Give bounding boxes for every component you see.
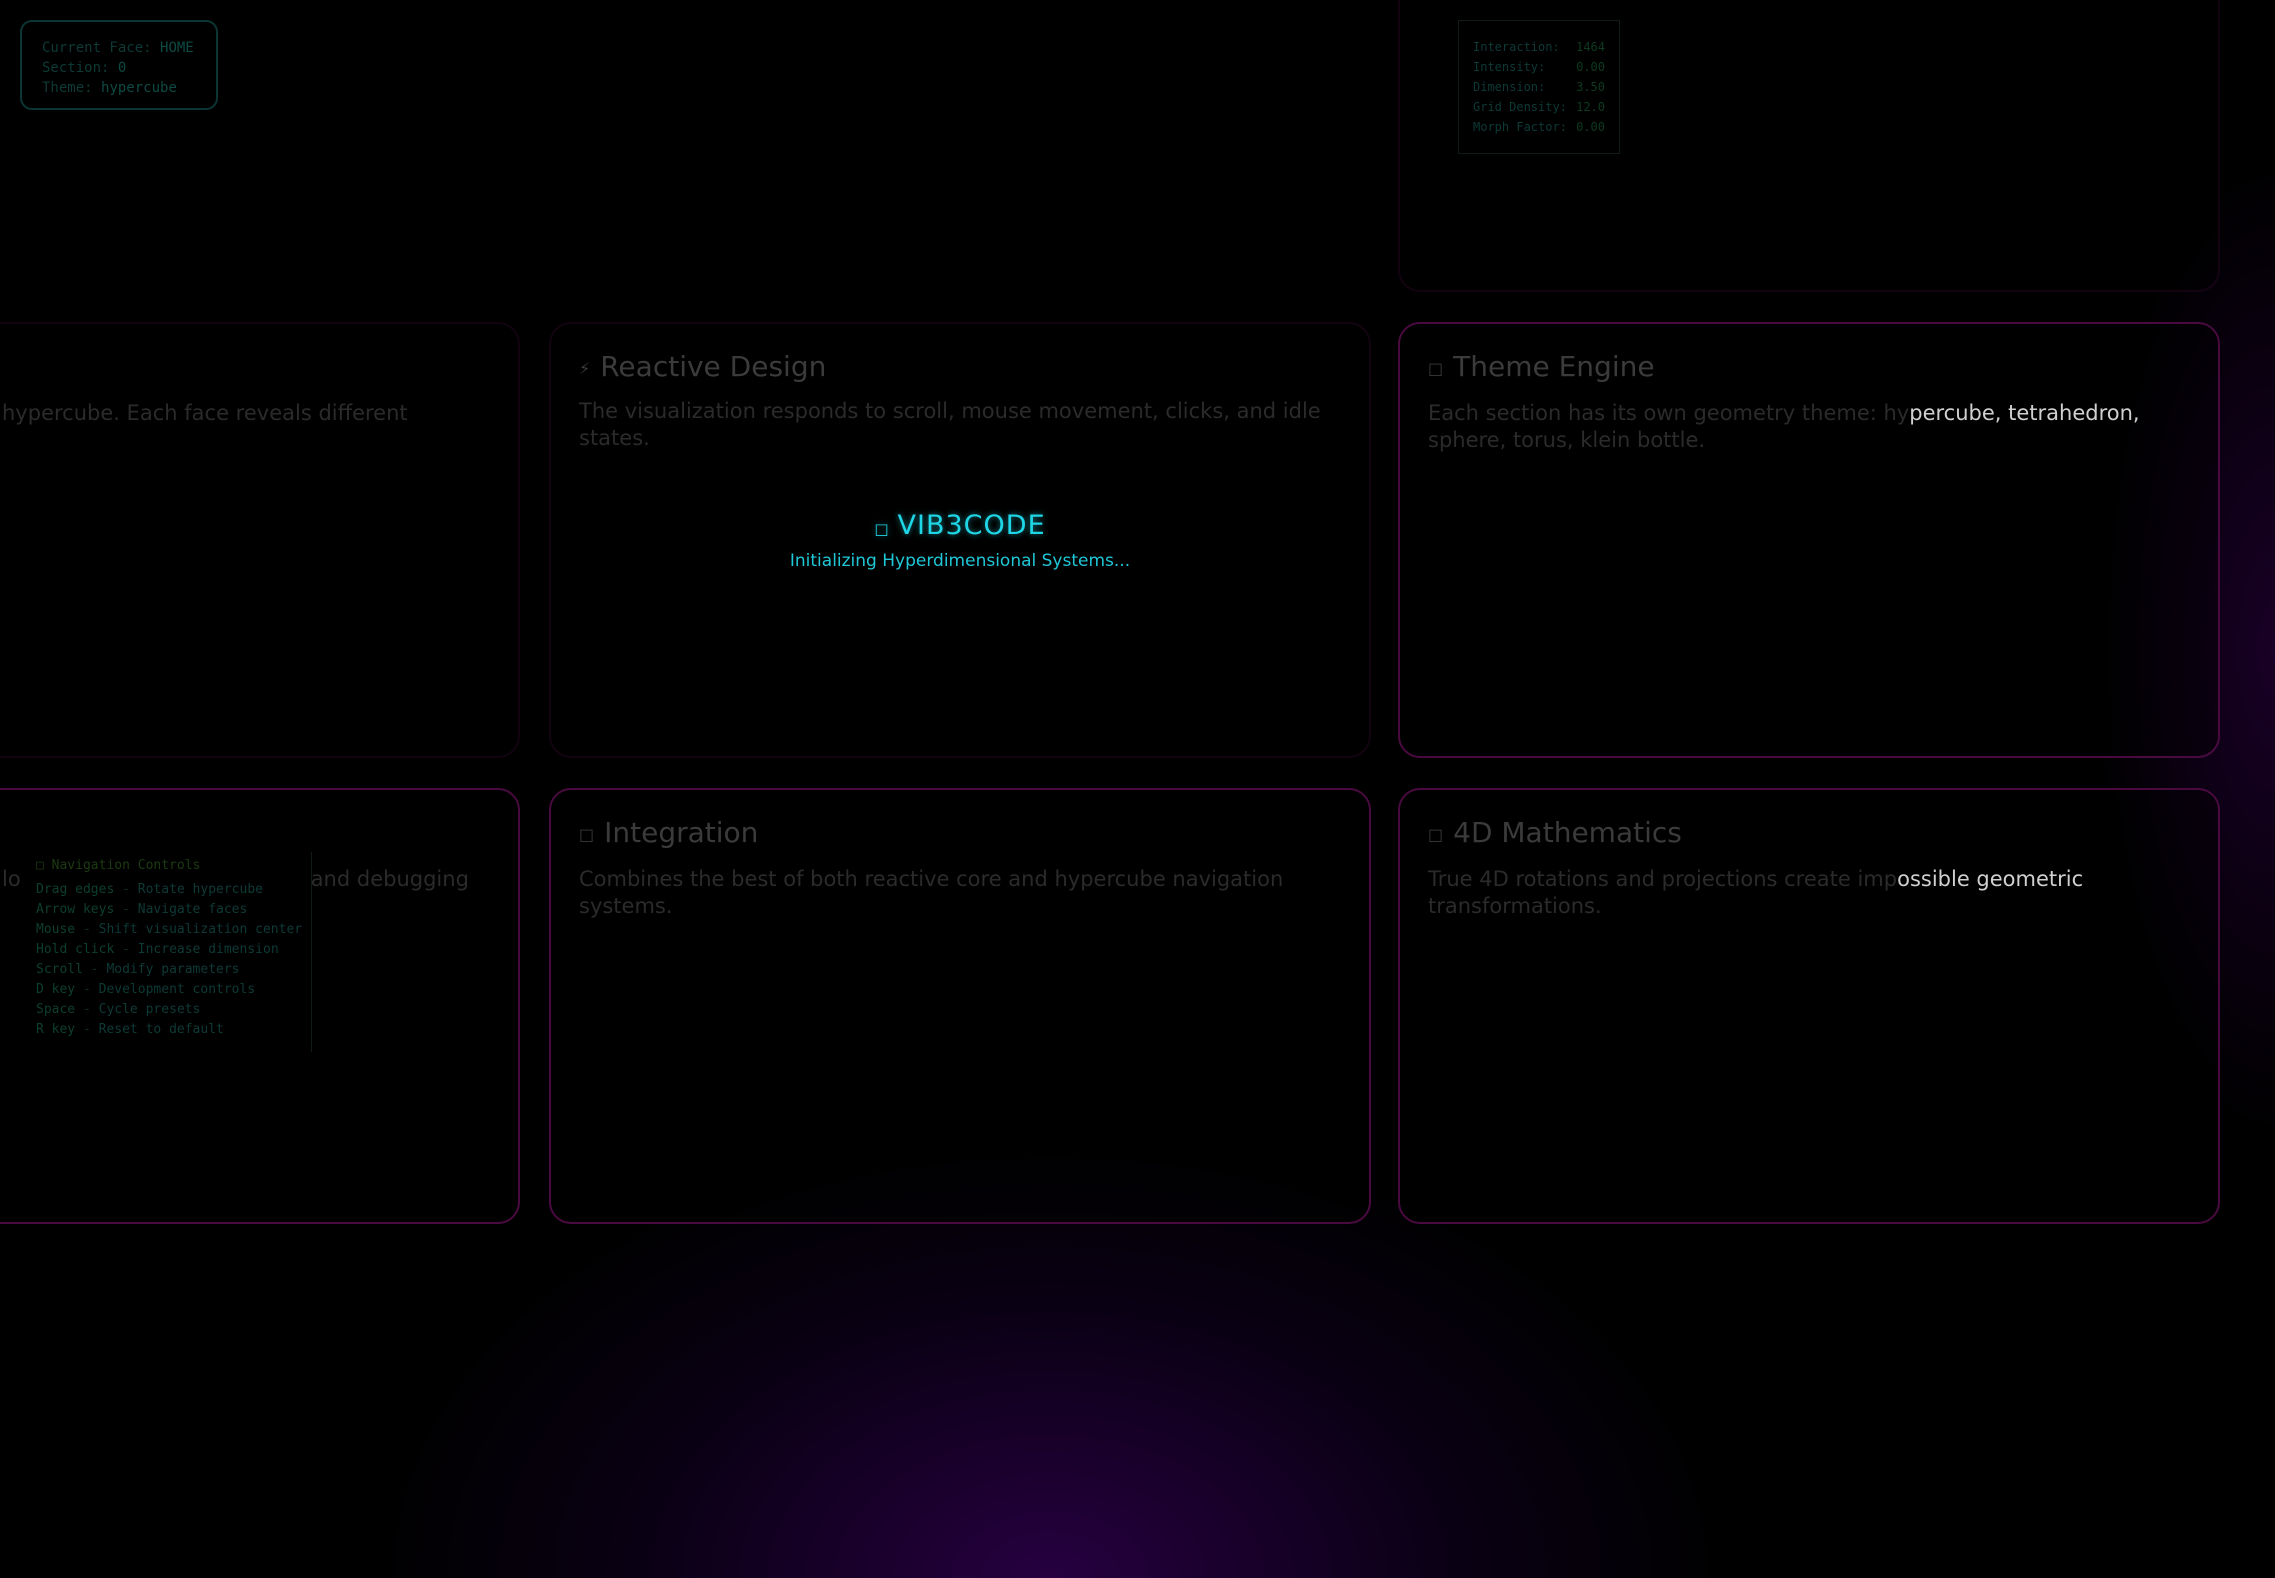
control-key: R key xyxy=(36,1022,76,1037)
control-row: Drag edges - Rotate hypercube xyxy=(36,880,295,900)
status-section: Section: 0 xyxy=(42,58,196,78)
status-current-face-label: Current Face: xyxy=(42,40,152,56)
control-separator: - xyxy=(75,1022,99,1037)
param-value: 0.00 xyxy=(1576,120,1605,134)
control-action: Shift visualization center xyxy=(98,922,303,937)
status-current-face: Current Face: HOME xyxy=(42,38,196,58)
control-action: Reset to default xyxy=(98,1022,224,1037)
control-separator: - xyxy=(114,902,138,917)
card-title-theme: □ Theme Engine xyxy=(1428,350,1655,383)
control-key: Drag edges xyxy=(36,882,115,897)
status-current-face-value: HOME xyxy=(160,40,194,56)
control-key: Hold click xyxy=(36,942,115,957)
param-row: Grid Density: 12.0 xyxy=(1473,97,1605,117)
card-title-reactive-text: Reactive Design xyxy=(600,350,827,383)
square-icon: □ xyxy=(874,520,890,538)
param-row: Dimension: 3.50 xyxy=(1473,77,1605,97)
status-theme-label: Theme: xyxy=(42,80,93,96)
control-action: Modify parameters xyxy=(106,962,240,977)
param-value: 1464 xyxy=(1576,40,1605,54)
control-row: Arrow keys - Navigate faces xyxy=(36,900,295,920)
controls-heading: □ Navigation Controls xyxy=(36,858,201,873)
control-row: D key - Development controls xyxy=(36,980,295,1000)
card-desc-theme: Each section has its own geometry theme:… xyxy=(1428,400,2208,454)
status-section-label: Section: xyxy=(42,60,110,76)
loader-subtitle: Initializing Hyperdimensional Systems... xyxy=(789,551,1131,571)
loader-title: □ VIB3CODE xyxy=(0,510,1920,541)
card-desc-reactive: The visualization responds to scroll, mo… xyxy=(579,399,1321,450)
param-value: 12.0 xyxy=(1576,100,1605,114)
control-key: Scroll xyxy=(36,962,83,977)
param-value: 3.50 xyxy=(1576,80,1605,94)
card-title-theme-text: Theme Engine xyxy=(1453,350,1655,383)
card-desc-math-bright: ossible geometric xyxy=(1897,867,2084,891)
control-separator: - xyxy=(75,1002,99,1017)
param-row: Intensity: 0.00 xyxy=(1473,57,1605,77)
control-row: R key - Reset to default xyxy=(36,1020,295,1040)
status-theme: Theme: hypercube xyxy=(42,78,196,98)
card-title-reactive: ⚡ Reactive Design xyxy=(579,350,826,383)
control-separator: - xyxy=(82,962,107,977)
card-desc-theme-dim: Each section has its own geometry theme:… xyxy=(1428,401,1910,425)
navigation-controls-panel: □ Navigation Controls Drag edges - Rotat… xyxy=(20,852,312,1052)
card-desc-integration: Combines the best of both reactive core … xyxy=(579,867,1284,918)
control-key: Space xyxy=(36,1002,76,1017)
param-label: Intensity: xyxy=(1473,60,1546,74)
control-separator: - xyxy=(75,982,99,997)
card-left-top-description: hypercube. Each face reveals different xyxy=(2,401,408,425)
card-title-integration: □ Integration xyxy=(579,816,758,849)
control-row: Hold click - Increase dimension xyxy=(36,940,295,960)
control-separator: - xyxy=(114,882,138,897)
card-left-bottom-desc-a: lo xyxy=(2,867,21,891)
square-icon: □ xyxy=(1428,824,1444,844)
card-desc-theme-line2: sphere, torus, klein bottle. xyxy=(1428,428,1706,452)
control-row: Scroll - Modify parameters xyxy=(36,960,295,980)
card-title-integration-text: Integration xyxy=(604,816,759,849)
param-label: Interaction: xyxy=(1473,40,1560,54)
param-row: Interaction: 1464 xyxy=(1473,37,1605,57)
card-desc-theme-bright: percube, tetrahedron, xyxy=(1909,401,2140,425)
card-desc-math: True 4D rotations and projections create… xyxy=(1428,866,2208,920)
param-row: Morph Factor: 0.00 xyxy=(1473,117,1605,137)
control-separator: - xyxy=(75,922,99,937)
card-desc-math-dim: True 4D rotations and projections create… xyxy=(1428,867,1898,891)
param-value: 0.00 xyxy=(1576,60,1605,74)
control-action: Cycle presets xyxy=(98,1002,201,1017)
card-desc-math-line2: transformations. xyxy=(1428,894,1602,918)
control-separator: - xyxy=(114,942,138,957)
status-theme-value: hypercube xyxy=(101,80,177,96)
parameters-panel: Interaction: 1464 Intensity: 0.00 Dimens… xyxy=(1458,20,1620,154)
card-title-math: □ 4D Mathematics xyxy=(1428,816,1682,849)
control-row: Mouse - Shift visualization center xyxy=(36,920,302,940)
lightning-icon: ⚡ xyxy=(579,358,591,378)
square-icon: □ xyxy=(579,824,595,844)
control-action: Navigate faces xyxy=(137,902,248,917)
card-title-math-text: 4D Mathematics xyxy=(1453,816,1682,849)
control-action: Rotate hypercube xyxy=(137,882,263,897)
card-integration: □ Integration Combines the best of both r… xyxy=(549,788,1371,1224)
status-panel: Current Face: HOME Section: 0 Theme: hyp… xyxy=(20,20,218,110)
param-label: Grid Density: xyxy=(1473,100,1567,114)
control-key: Arrow keys xyxy=(36,902,115,917)
square-icon: □ xyxy=(1428,358,1444,378)
control-key: Mouse xyxy=(36,922,76,937)
card-4d-mathematics: □ 4D Mathematics True 4D rotations and pr… xyxy=(1398,788,2220,1224)
card-left-bottom-desc-b: and debugging xyxy=(310,867,469,891)
status-section-value: 0 xyxy=(117,60,127,76)
param-label: Dimension: xyxy=(1473,80,1546,94)
param-label: Morph Factor: xyxy=(1473,120,1567,134)
control-key: D key xyxy=(36,982,76,997)
control-action: Development controls xyxy=(98,982,256,997)
loader-title-text: VIB3CODE xyxy=(897,510,1046,541)
control-action: Increase dimension xyxy=(137,942,279,957)
control-row: Space - Cycle presets xyxy=(36,1000,295,1020)
